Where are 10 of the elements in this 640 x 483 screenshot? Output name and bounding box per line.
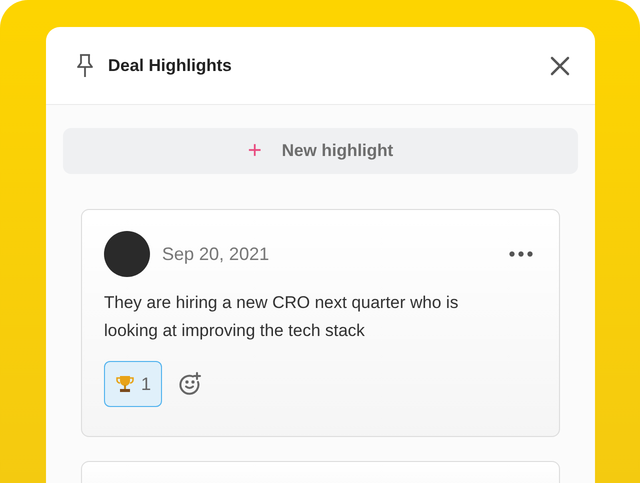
highlight-text: They are hiring a new CRO next quarter who is looking at improving the tech stack [104,292,460,342]
new-highlight-button[interactable]: + New highlight [63,128,578,174]
trophy-reaction-button[interactable]: 1 [104,361,162,407]
avatar [104,231,150,277]
highlight-date: Sep 20, 2021 [162,244,270,264]
pin-icon [76,52,94,78]
trophy-icon [115,374,135,394]
close-button[interactable] [549,54,571,76]
panel-title: Deal Highlights [108,56,233,76]
add-reaction-icon[interactable] [178,372,202,396]
